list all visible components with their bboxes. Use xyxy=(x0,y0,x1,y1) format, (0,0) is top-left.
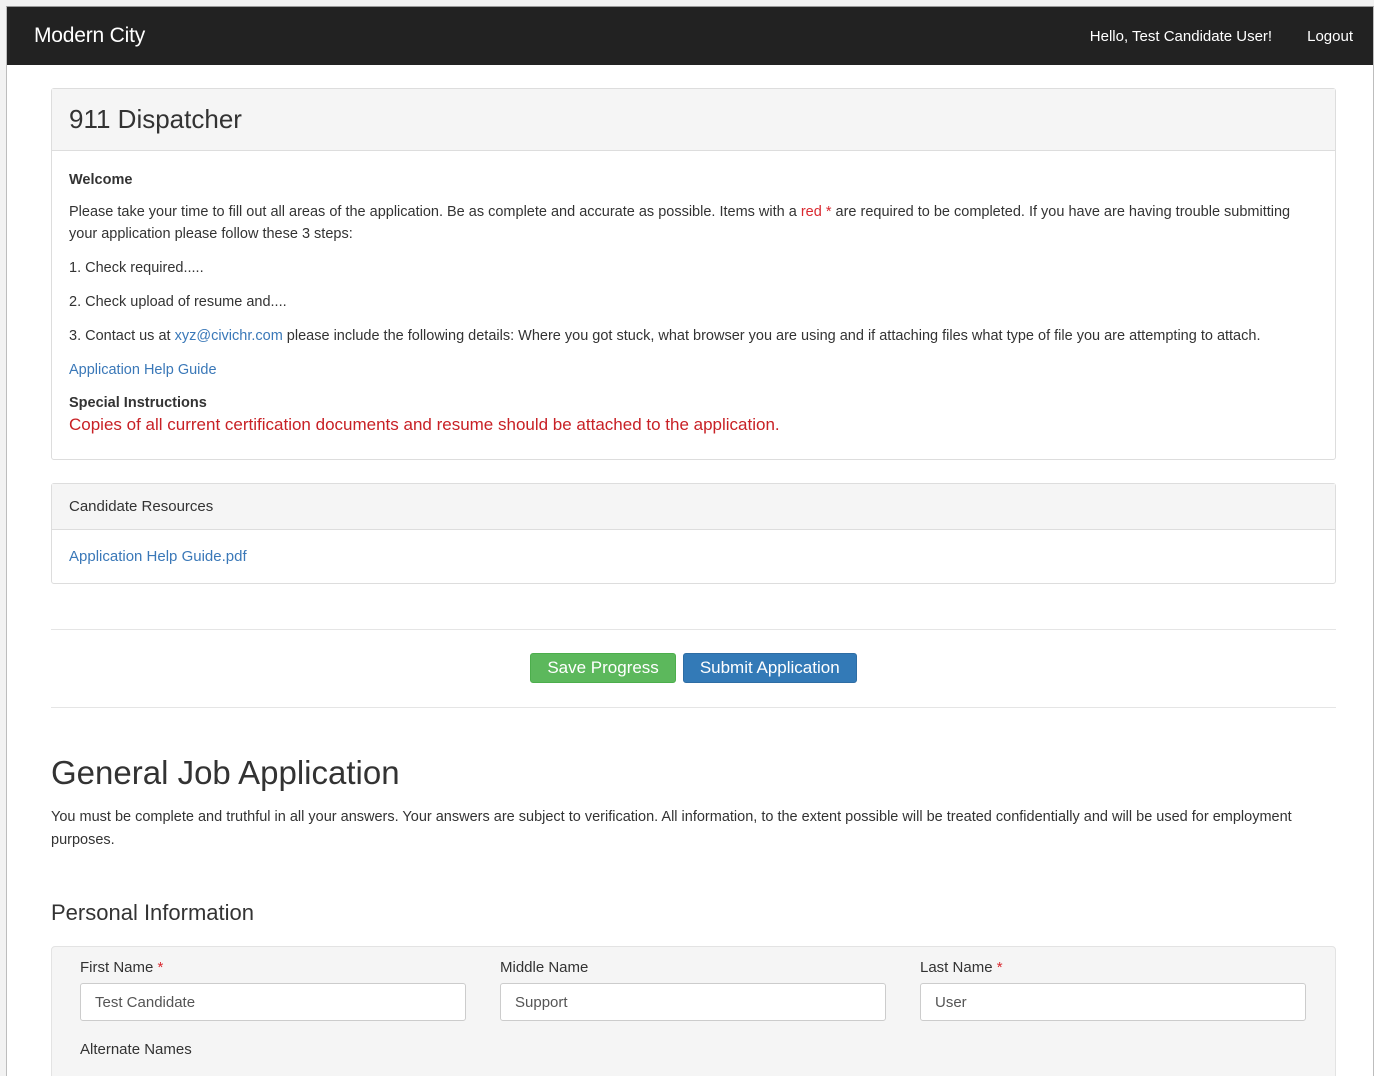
job-panel: 911 Dispatcher Welcome Please take your … xyxy=(51,88,1336,460)
first-name-group: First Name * xyxy=(80,959,466,1021)
contact-email-link[interactable]: xyz@civichr.com xyxy=(175,328,283,344)
job-title: 911 Dispatcher xyxy=(69,104,242,134)
step-3-text-cont: please include the following details: Wh… xyxy=(282,328,1261,344)
personal-info-fieldset: First Name * Middle Name Last Name * Alt… xyxy=(51,946,1336,1076)
submit-application-button[interactable]: Submit Application xyxy=(682,653,857,683)
instructions-text: Please take your time to fill out all ar… xyxy=(69,204,801,220)
brand-logo[interactable]: Modern City xyxy=(34,24,145,48)
divider-bottom xyxy=(51,707,1336,708)
help-guide-paragraph: Application Help Guide xyxy=(69,359,1318,381)
navbar-user-area: Hello, Test Candidate User! Logout xyxy=(1090,28,1353,45)
middle-name-group: Middle Name xyxy=(500,959,886,1021)
top-navbar: Modern City Hello, Test Candidate User! … xyxy=(7,7,1373,65)
alternate-names-label: Alternate Names xyxy=(80,1041,192,1058)
last-name-label: Last Name * xyxy=(920,959,1306,976)
browser-page: Modern City Hello, Test Candidate User! … xyxy=(6,6,1374,1076)
special-instructions-heading: Special Instructions xyxy=(69,395,207,411)
form-intro: You must be complete and truthful in all… xyxy=(51,809,1292,848)
step-2: 2. Check upload of resume and.... xyxy=(69,294,287,310)
required-marker-text: red * xyxy=(800,204,832,220)
instructions-paragraph: Please take your time to fill out all ar… xyxy=(69,201,1318,245)
action-buttons: Save Progress Submit Application xyxy=(51,630,1336,707)
required-asterisk: * xyxy=(996,959,1003,976)
form-title: General Job Application xyxy=(51,754,400,791)
personal-info-title: Personal Information xyxy=(51,900,254,925)
first-name-label-text: First Name xyxy=(80,959,154,976)
help-guide-link[interactable]: Application Help Guide xyxy=(69,362,217,378)
help-guide-pdf-link[interactable]: Application Help Guide.pdf xyxy=(69,548,247,565)
resources-body: Application Help Guide.pdf xyxy=(52,530,1335,583)
required-asterisk: * xyxy=(157,959,164,976)
job-panel-body: Welcome Please take your time to fill ou… xyxy=(52,151,1335,459)
middle-name-input[interactable] xyxy=(500,983,886,1021)
first-name-input[interactable] xyxy=(80,983,466,1021)
last-name-input[interactable] xyxy=(920,983,1306,1021)
last-name-group: Last Name * xyxy=(920,959,1306,1021)
name-fields-row: First Name * Middle Name Last Name * xyxy=(80,959,1306,1021)
last-name-label-text: Last Name xyxy=(920,959,993,976)
candidate-resources-panel: Candidate Resources Application Help Gui… xyxy=(51,483,1336,584)
user-greeting: Hello, Test Candidate User! xyxy=(1089,27,1273,45)
middle-name-label: Middle Name xyxy=(500,959,589,976)
job-panel-heading: 911 Dispatcher xyxy=(52,89,1335,151)
main-content: 911 Dispatcher Welcome Please take your … xyxy=(7,65,1373,1076)
first-name-label: First Name * xyxy=(80,959,466,976)
step-3-text: 3. Contact us at xyxy=(69,328,175,344)
welcome-heading: Welcome xyxy=(69,172,133,188)
save-progress-button[interactable]: Save Progress xyxy=(530,653,676,683)
special-instructions-text: Copies of all current certification docu… xyxy=(69,415,780,434)
step-3: 3. Contact us at xyz@civichr.com please … xyxy=(69,325,1318,347)
step-1: 1. Check required..... xyxy=(69,260,204,276)
resources-heading: Candidate Resources xyxy=(52,484,1335,530)
logout-link[interactable]: Logout xyxy=(1307,28,1353,45)
